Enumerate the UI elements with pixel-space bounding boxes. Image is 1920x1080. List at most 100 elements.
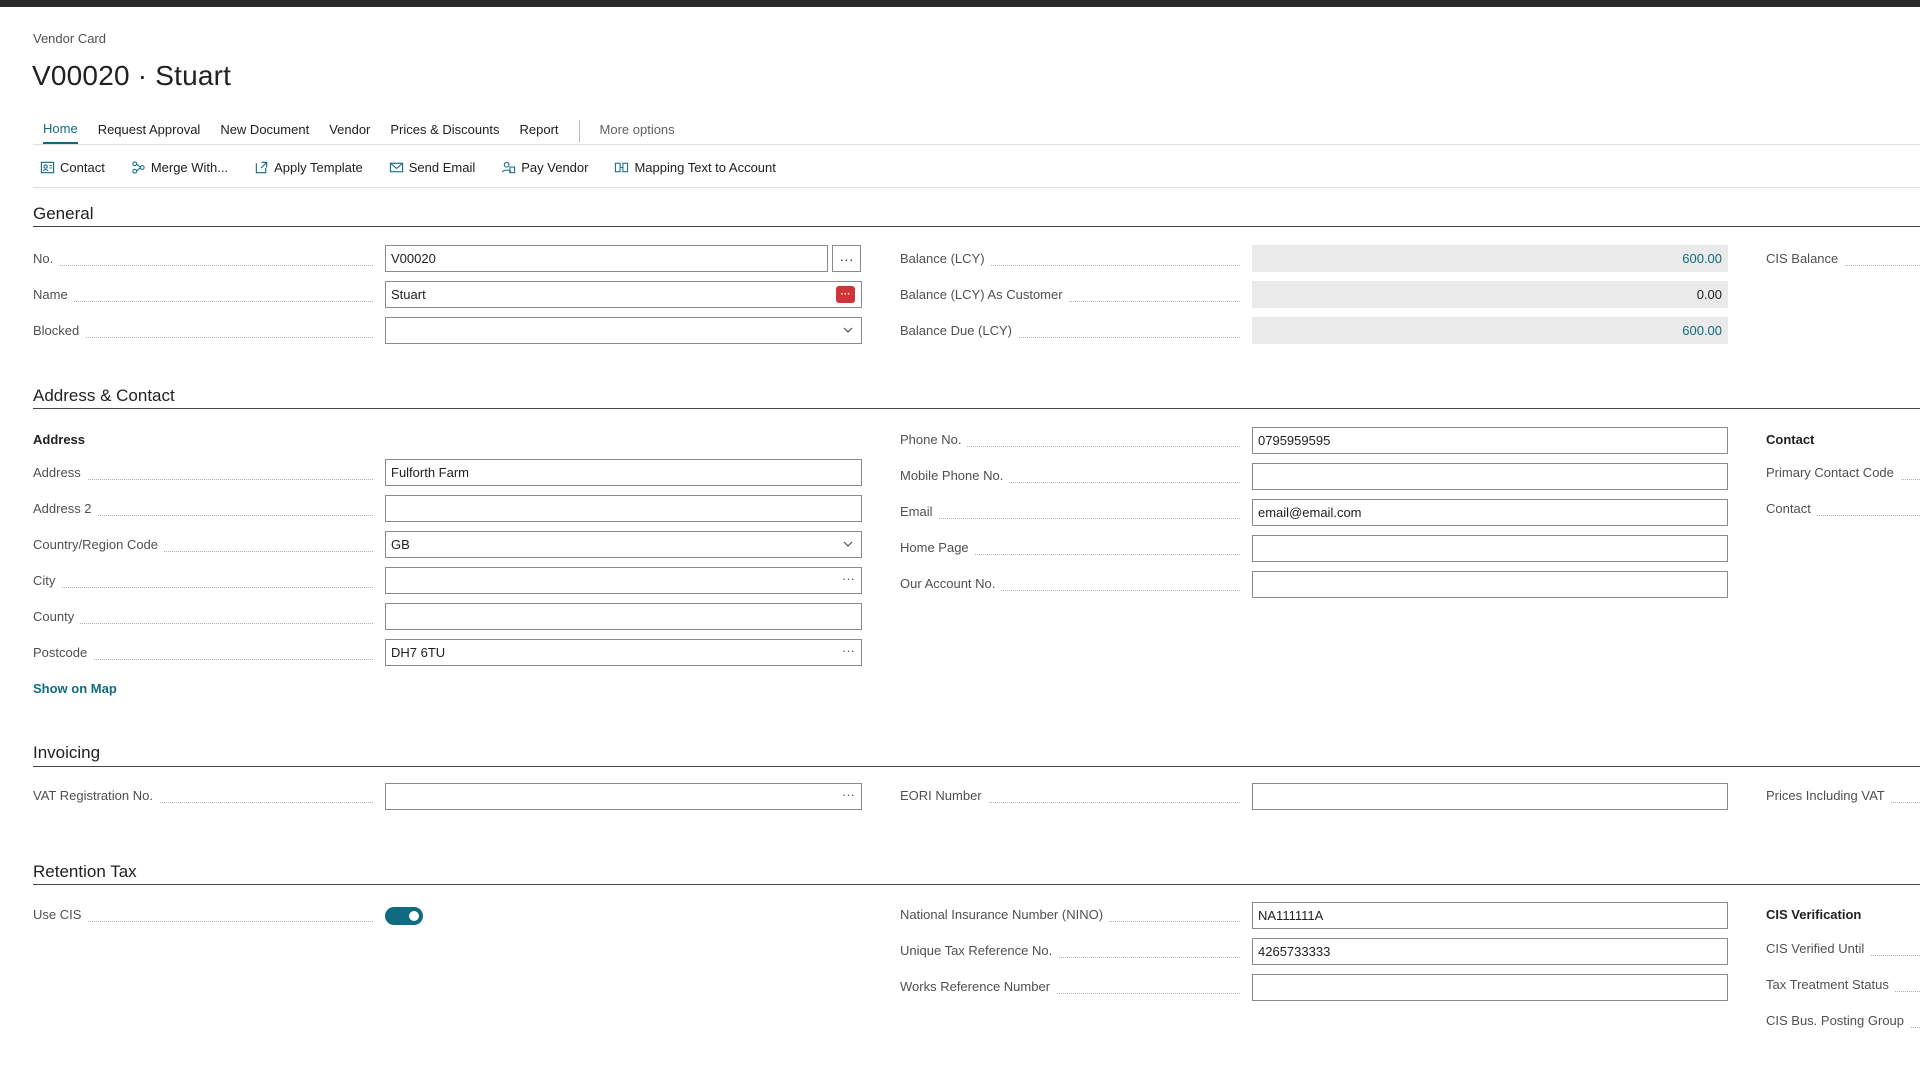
works-reference-field[interactable] (1252, 974, 1728, 1001)
phone-field[interactable]: 0795959595 (1252, 427, 1728, 454)
section-address-contact-title[interactable]: Address & Contact (33, 386, 175, 406)
nino-field[interactable]: NA111111A (1252, 902, 1728, 929)
section-invoicing-title[interactable]: Invoicing (33, 743, 100, 763)
validation-error-icon[interactable]: ··· (836, 286, 855, 303)
balance-as-customer-label: Balance (LCY) As Customer (900, 287, 1069, 302)
name-field[interactable]: Stuart ··· (385, 281, 862, 308)
contact-label: Contact (1766, 501, 1817, 516)
tab-new-document[interactable]: New Document (220, 120, 309, 143)
mapping-text-label: Mapping Text to Account (634, 159, 776, 175)
tab-report[interactable]: Report (519, 120, 558, 143)
use-cis-label: Use CIS (33, 907, 88, 922)
tab-request-approval[interactable]: Request Approval (98, 120, 201, 143)
send-email-button[interactable]: Send Email (389, 160, 475, 175)
contact-card-icon (40, 161, 55, 173)
city-lookup-icon[interactable]: ··· (842, 571, 855, 586)
address2-field[interactable] (385, 495, 862, 522)
eori-number-field[interactable] (1252, 783, 1728, 810)
address-group-heading: Address (33, 432, 86, 447)
apply-template-label: Apply Template (274, 159, 363, 175)
section-retention-divider (33, 884, 1920, 885)
tax-treatment-status-label: Tax Treatment Status (1766, 977, 1895, 992)
balance-due-value[interactable]: 600.00 (1252, 317, 1728, 344)
cis-verified-until-label: CIS Verified Until (1766, 941, 1871, 956)
top-app-bar (0, 0, 1920, 7)
postcode-label: Postcode (33, 645, 94, 660)
tab-prices-discounts[interactable]: Prices & Discounts (390, 120, 499, 143)
apply-template-icon (255, 161, 268, 173)
toggle-knob (409, 911, 419, 921)
blocked-label: Blocked (33, 323, 86, 338)
contact-group-heading: Contact (1766, 432, 1815, 447)
city-label: City (33, 573, 62, 588)
email-label: Email (900, 504, 939, 519)
prices-including-vat-label: Prices Including VAT (1766, 788, 1891, 803)
show-on-map-link[interactable]: Show on Map (33, 681, 117, 696)
balance-value[interactable]: 600.00 (1252, 245, 1728, 272)
breadcrumb: Vendor Card (33, 31, 106, 46)
mobile-phone-label: Mobile Phone No. (900, 468, 1010, 483)
country-region-label: Country/Region Code (33, 537, 165, 552)
works-reference-label: Works Reference Number (900, 979, 1057, 994)
home-page-field[interactable] (1252, 535, 1728, 562)
balance-as-customer-value: 0.00 (1252, 281, 1728, 308)
label-leader (33, 623, 373, 624)
merge-with-button[interactable]: Merge With... (131, 160, 228, 175)
cis-verification-heading: CIS Verification (1766, 907, 1862, 922)
pay-vendor-icon (502, 161, 516, 173)
pay-vendor-button[interactable]: Pay Vendor (501, 160, 588, 175)
postcode-lookup-icon[interactable]: ··· (842, 643, 855, 658)
send-email-label: Send Email (408, 159, 476, 175)
tab-more-options[interactable]: More options (600, 120, 675, 143)
email-icon (389, 162, 403, 172)
cis-bus-posting-group-label: CIS Bus. Posting Group (1766, 1013, 1911, 1028)
label-leader (900, 518, 1240, 519)
no-field[interactable]: V00020 (385, 245, 828, 272)
vat-registration-field[interactable]: ··· (385, 783, 862, 810)
chevron-down-icon (843, 327, 853, 333)
action-tabs: Home Request Approval New Document Vendo… (33, 118, 685, 144)
section-retention-tax-title[interactable]: Retention Tax (33, 862, 137, 882)
section-general-divider (33, 226, 1920, 227)
county-field[interactable] (385, 603, 862, 630)
contact-action-button[interactable]: Contact (40, 160, 105, 175)
section-general-title[interactable]: General (33, 204, 93, 224)
action-bar-divider (33, 187, 1920, 188)
address-field[interactable]: Fulforth Farm (385, 459, 862, 486)
tab-vendor[interactable]: Vendor (329, 120, 370, 143)
postcode-field[interactable]: DH7 6TU ··· (385, 639, 862, 666)
email-field[interactable]: email@email.com (1252, 499, 1728, 526)
utr-field[interactable]: 4265733333 (1252, 938, 1728, 965)
section-address-divider (33, 408, 1920, 409)
apply-template-button[interactable]: Apply Template (254, 160, 363, 175)
pay-vendor-label: Pay Vendor (521, 159, 589, 175)
mapping-icon (615, 162, 629, 172)
nino-label: National Insurance Number (NINO) (900, 907, 1110, 922)
label-leader (33, 265, 373, 266)
chevron-down-icon (843, 541, 853, 547)
no-assist-button[interactable]: ··· (832, 245, 861, 272)
phone-label: Phone No. (900, 432, 968, 447)
eori-number-label: EORI Number (900, 788, 988, 803)
label-leader (33, 587, 373, 588)
mobile-phone-field[interactable] (1252, 463, 1728, 490)
tab-home[interactable]: Home (43, 119, 78, 144)
use-cis-toggle[interactable] (385, 907, 423, 925)
vat-lookup-icon[interactable]: ··· (842, 787, 855, 802)
contact-action-label: Contact (60, 159, 105, 175)
our-account-label: Our Account No. (900, 576, 1002, 591)
mapping-text-to-account-button[interactable]: Mapping Text to Account (614, 159, 776, 175)
no-label: No. (33, 251, 60, 266)
city-field[interactable]: ··· (385, 567, 862, 594)
country-region-select[interactable]: GB (385, 531, 862, 558)
name-label: Name (33, 287, 74, 302)
tabs-divider (33, 144, 1920, 145)
address2-label: Address 2 (33, 501, 98, 516)
blocked-select[interactable] (385, 317, 862, 344)
county-label: County (33, 609, 81, 624)
action-bar: Contact Merge With... Apply Template Sen… (40, 155, 802, 179)
merge-icon (132, 160, 145, 174)
home-page-label: Home Page (900, 540, 975, 555)
utr-label: Unique Tax Reference No. (900, 943, 1059, 958)
our-account-field[interactable] (1252, 571, 1728, 598)
